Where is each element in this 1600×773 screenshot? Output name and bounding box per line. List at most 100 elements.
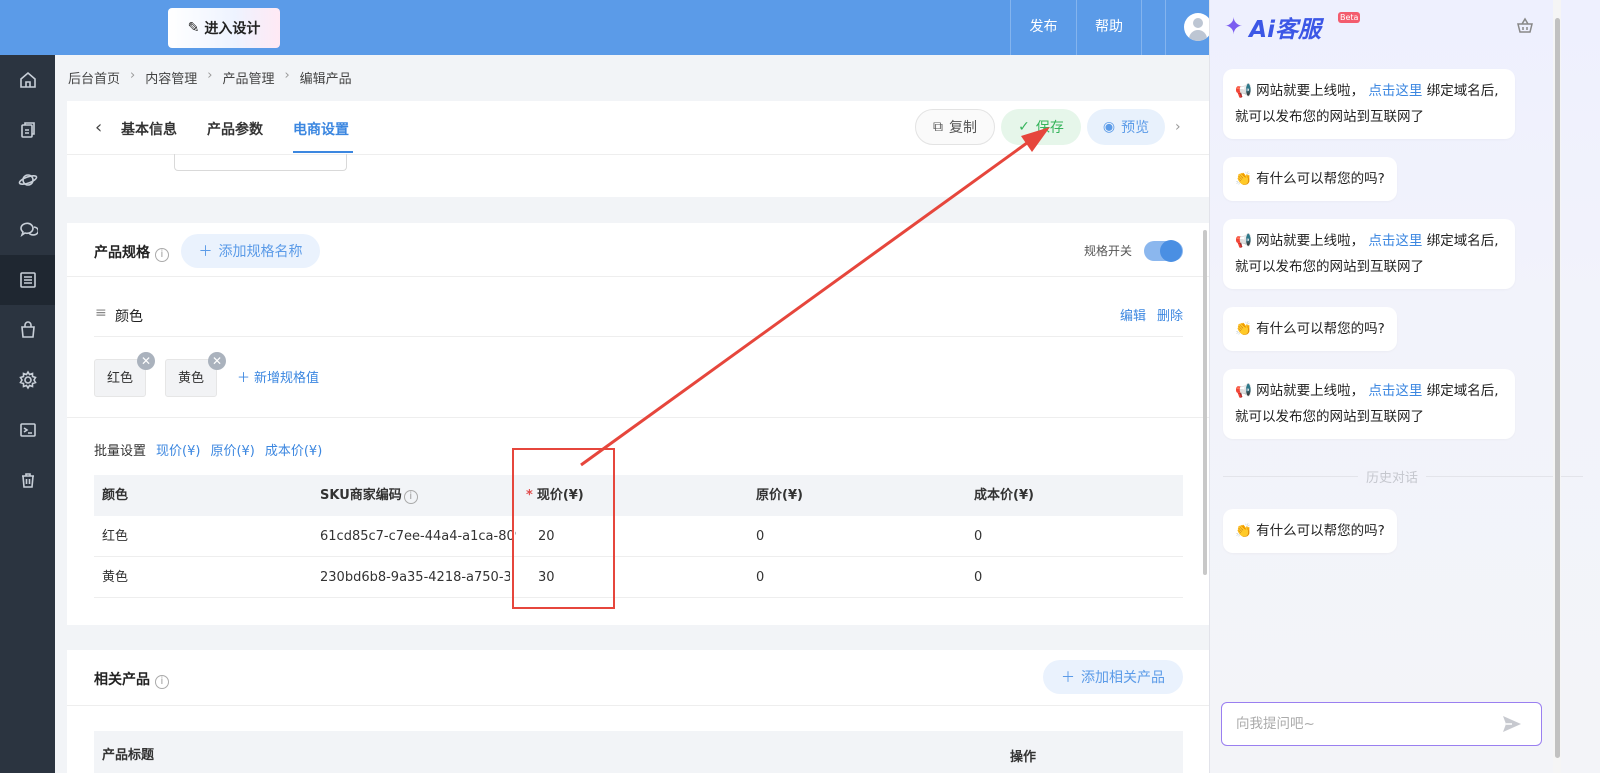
- preview-button[interactable]: ◉ 预览: [1087, 109, 1165, 145]
- table-row: 黄色 230bd6b8-9a35-4218-a750-38 30 0 0: [94, 557, 1183, 598]
- info-icon[interactable]: i: [403, 490, 418, 504]
- chevron-right-icon[interactable]: ›: [1175, 119, 1181, 135]
- sidebar-item-content[interactable]: [0, 105, 55, 155]
- chat-title-text: Ai客服: [1249, 17, 1321, 43]
- info-icon[interactable]: i: [154, 675, 169, 689]
- breadcrumb-separator: ›: [284, 68, 290, 83]
- original-price-input[interactable]: 0: [756, 557, 764, 598]
- batch-original-price-link[interactable]: 原价(¥): [210, 440, 254, 459]
- breadcrumb-products[interactable]: 产品管理: [222, 68, 274, 87]
- message-text: 有什么可以帮您的吗?: [1256, 321, 1385, 337]
- enter-design-button[interactable]: ✎ 进入设计: [168, 8, 280, 48]
- breadcrumb: 后台首页 › 内容管理 › 产品管理 › 编辑产品: [68, 68, 352, 87]
- add-spec-value-button[interactable]: ＋ 新增规格值: [237, 367, 319, 386]
- scrollbar[interactable]: [1203, 230, 1207, 575]
- column-header: 颜色: [102, 488, 129, 503]
- spec-value-tag: 红色 ✕: [94, 352, 156, 397]
- chat-message: 📢 网站就要上线啦， 点击这里 绑定域名后,就可以发布您的网站到互联网了: [1223, 219, 1515, 289]
- sku-table-header: 颜色 SKU商家编码 i * 现价(¥) 原价(¥) 成本价(¥): [94, 475, 1183, 516]
- eye-icon: ◉: [1102, 119, 1116, 135]
- preview-label: 预览: [1121, 120, 1150, 136]
- sku-code-input[interactable]: 230bd6b8-9a35-4218-a750-38: [320, 557, 510, 598]
- publish-button[interactable]: 发布: [1010, 0, 1076, 55]
- help-button[interactable]: 帮助: [1076, 0, 1142, 55]
- top-bar: ✎ 进入设计 发布 帮助: [55, 0, 1233, 55]
- megaphone-icon: 📢: [1235, 83, 1252, 99]
- spec-switch-toggle[interactable]: [1144, 240, 1183, 262]
- sidebar-item-messages[interactable]: [0, 205, 55, 255]
- column-header: SKU商家编码 i: [320, 475, 418, 516]
- info-icon[interactable]: i: [154, 248, 169, 262]
- sku-code-input[interactable]: 61cd85c7-c7ee-44a4-a1ca-809: [320, 516, 516, 557]
- gear-icon: [18, 370, 37, 390]
- list-icon: [19, 272, 36, 288]
- table-row: 红色 61cd85c7-c7ee-44a4-a1ca-809 20 0 0: [94, 516, 1183, 557]
- edit-tabs-card: ‹ 基本信息 产品参数 电商设置 ⧉ 复制 ✓ 保存 ◉ 预览 ›: [67, 101, 1233, 197]
- table-cell: 黄色: [102, 570, 129, 585]
- spec-value-label: 红色: [107, 371, 134, 386]
- save-button[interactable]: ✓ 保存: [1001, 109, 1081, 145]
- breadcrumb-separator: ›: [130, 68, 136, 83]
- breadcrumb-content[interactable]: 内容管理: [145, 68, 197, 87]
- click-here-link[interactable]: 点击这里: [1368, 233, 1422, 249]
- terminal-icon: [19, 423, 36, 437]
- add-spec-value-label: 新增规格值: [254, 371, 320, 386]
- cost-price-input[interactable]: 0: [974, 516, 982, 557]
- sidebar-item-home[interactable]: [0, 55, 55, 105]
- click-here-link[interactable]: 点击这里: [1368, 83, 1422, 99]
- copy-button[interactable]: ⧉ 复制: [915, 109, 995, 145]
- close-icon[interactable]: ✕: [208, 352, 227, 370]
- close-icon[interactable]: ✕: [137, 352, 156, 370]
- message-text: 有什么可以帮您的吗?: [1256, 523, 1385, 539]
- message-text: 有什么可以帮您的吗?: [1256, 171, 1385, 187]
- chat-message: 📢 网站就要上线啦， 点击这里 绑定域名后,就可以发布您的网站到互联网了: [1223, 369, 1515, 439]
- tab-basic-info[interactable]: 基本信息: [121, 119, 177, 139]
- drag-handle-icon[interactable]: ≡: [95, 305, 107, 321]
- sku-header-label: SKU商家编码: [320, 488, 402, 503]
- enter-design-label: 进入设计: [204, 21, 261, 37]
- copy-icon: ⧉: [933, 119, 943, 135]
- column-header: 原价(¥): [756, 488, 803, 503]
- spec-switch-label: 规格开关: [1084, 244, 1133, 258]
- add-spec-name-button[interactable]: ＋ 添加规格名称: [181, 234, 320, 268]
- breadcrumb-current: 编辑产品: [299, 72, 352, 87]
- chat-scrollbar[interactable]: [1555, 18, 1560, 758]
- partial-input-field[interactable]: [174, 154, 347, 171]
- click-here-link[interactable]: 点击这里: [1368, 383, 1422, 399]
- basket-icon[interactable]: [1515, 16, 1535, 36]
- breadcrumb-home[interactable]: 后台首页: [68, 68, 120, 87]
- column-header: 产品标题: [102, 748, 155, 763]
- history-divider: 历史对话: [1223, 467, 1583, 486]
- batch-cost-price-link[interactable]: 成本价(¥): [265, 440, 322, 459]
- check-circle-icon: ✓: [1018, 119, 1030, 135]
- original-price-input[interactable]: 0: [756, 516, 764, 557]
- sidebar-item-site[interactable]: [0, 155, 55, 205]
- sidebar-item-recycle[interactable]: [0, 455, 55, 505]
- tab-product-params[interactable]: 产品参数: [207, 119, 263, 139]
- home-icon: [19, 71, 36, 88]
- delete-spec-link[interactable]: 删除: [1157, 305, 1183, 324]
- chat-input[interactable]: [1221, 702, 1542, 746]
- edit-spec-link[interactable]: 编辑: [1120, 305, 1146, 324]
- avatar[interactable]: [1184, 13, 1212, 41]
- send-icon[interactable]: [1501, 713, 1523, 735]
- sidebar-item-settings[interactable]: [0, 355, 55, 405]
- back-icon[interactable]: ‹: [95, 117, 102, 138]
- message-text: 网站就要上线啦，: [1256, 383, 1365, 399]
- sidebar-item-shop[interactable]: [0, 305, 55, 355]
- tab-ecommerce-settings[interactable]: 电商设置: [293, 119, 349, 139]
- batch-settings-label: 批量设置: [94, 444, 147, 459]
- sidebar-item-code[interactable]: [0, 405, 55, 455]
- spec-group-name: 颜色: [115, 309, 143, 325]
- add-related-product-label: 添加相关产品: [1081, 670, 1165, 686]
- annotation-highlight-box: [512, 448, 615, 609]
- batch-price-link[interactable]: 现价(¥): [156, 440, 200, 459]
- plus-icon: ＋: [198, 244, 213, 260]
- product-spec-card: 产品规格 i ＋ 添加规格名称 规格开关 ≡ 颜色 编辑 删除 红色 ✕ 黄色 …: [67, 223, 1233, 625]
- column-header: 操作: [1010, 750, 1037, 765]
- divider: [67, 417, 1233, 418]
- sidebar-item-products[interactable]: [0, 255, 55, 305]
- cost-price-input[interactable]: 0: [974, 557, 982, 598]
- chat-message: 👏 有什么可以帮您的吗?: [1223, 307, 1397, 351]
- add-related-product-button[interactable]: ＋ 添加相关产品: [1043, 660, 1183, 694]
